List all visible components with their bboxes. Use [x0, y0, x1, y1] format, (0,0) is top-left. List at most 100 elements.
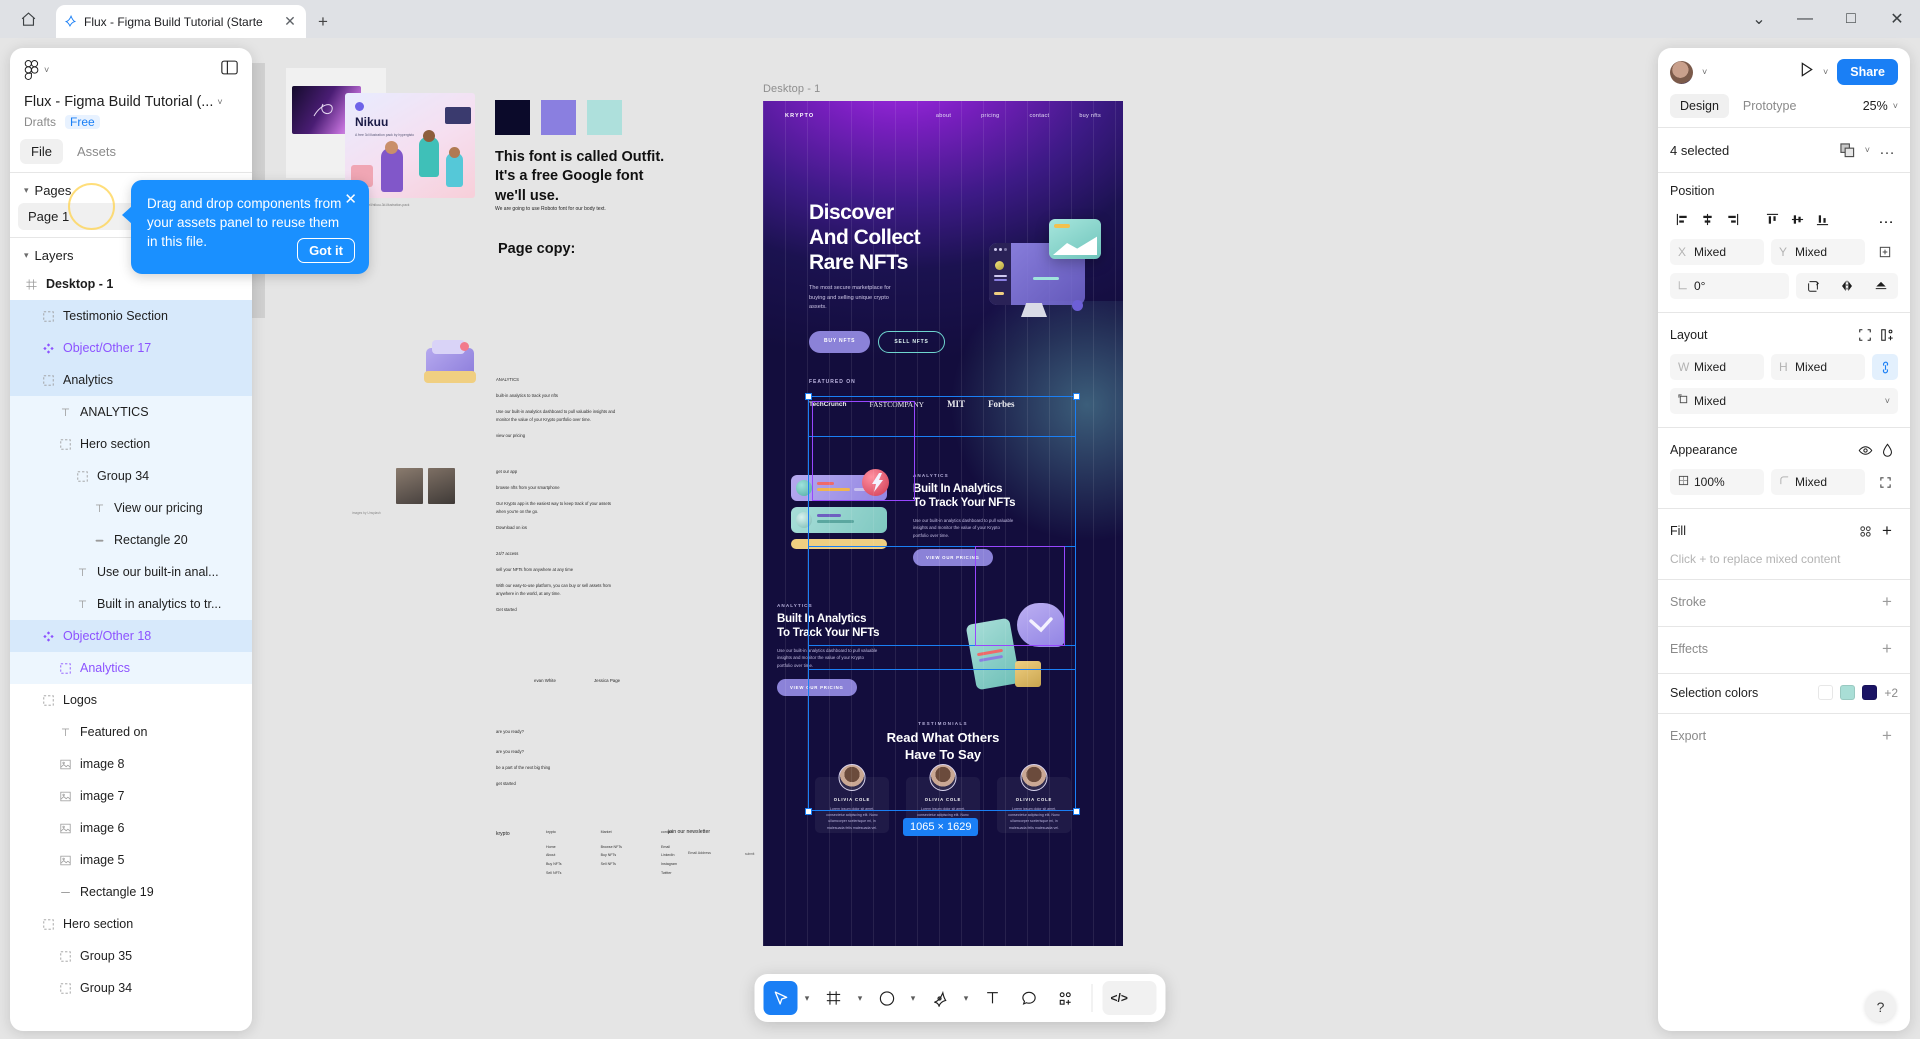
- layer-row[interactable]: Group 34: [10, 460, 252, 492]
- layer-row[interactable]: Group 34: [10, 972, 252, 1004]
- layer-row[interactable]: Logos: [10, 684, 252, 716]
- layer-row[interactable]: image 8: [10, 748, 252, 780]
- got-it-button[interactable]: Got it: [297, 238, 355, 263]
- y-field[interactable]: Y Mixed: [1771, 239, 1865, 265]
- component-copy-icon[interactable]: [1837, 139, 1859, 161]
- add-stroke-button[interactable]: +: [1876, 591, 1898, 613]
- move-tool[interactable]: [763, 981, 798, 1015]
- layer-row[interactable]: Rectangle 20: [10, 524, 252, 556]
- comment-tool[interactable]: [1012, 981, 1046, 1015]
- avatar[interactable]: [1670, 60, 1693, 84]
- flip-corner-icon[interactable]: [1796, 273, 1830, 299]
- canvas-3d-box[interactable]: [424, 338, 479, 386]
- chevron-down-icon[interactable]: ˅: [1893, 101, 1898, 111]
- add-auto-layout-icon[interactable]: [1876, 324, 1898, 346]
- pen-tool[interactable]: [923, 981, 957, 1015]
- more-options-icon[interactable]: …: [1876, 139, 1898, 161]
- opacity-field[interactable]: 100%: [1670, 469, 1764, 495]
- tab-file[interactable]: File: [20, 139, 63, 164]
- add-export-button[interactable]: +: [1876, 725, 1898, 747]
- mockup-sell-nfts-button[interactable]: SELL NFTS: [878, 330, 945, 353]
- pen-tool-caret-icon[interactable]: ▾: [959, 993, 974, 1004]
- chevron-down-icon[interactable]: ˅: [1885, 396, 1890, 406]
- close-icon[interactable]: ✕: [282, 13, 298, 30]
- align-bottom-icon[interactable]: [1810, 207, 1834, 231]
- shape-tool[interactable]: [870, 981, 904, 1015]
- flip-horizontal-icon[interactable]: [1830, 273, 1864, 299]
- align-center-horizontal-icon[interactable]: [1695, 207, 1719, 231]
- color-swatch-navy[interactable]: [1862, 685, 1878, 700]
- nav-link-contact[interactable]: contact: [1029, 113, 1049, 119]
- width-field[interactable]: W Mixed: [1670, 354, 1764, 380]
- zoom-control[interactable]: 25% ˅: [1863, 99, 1898, 113]
- layer-row[interactable]: Use our built-in anal...: [10, 556, 252, 588]
- share-button[interactable]: Share: [1837, 59, 1898, 85]
- frame-tool-caret-icon[interactable]: ▾: [853, 993, 868, 1004]
- add-effect-button[interactable]: +: [1876, 638, 1898, 660]
- close-icon[interactable]: ✕: [344, 192, 357, 207]
- mockup-buy-nfts-button[interactable]: BUY NFTS: [809, 330, 871, 353]
- nav-link-pricing[interactable]: pricing: [981, 113, 999, 119]
- actions-tool[interactable]: [1048, 981, 1082, 1015]
- bottom-toolbar[interactable]: ▾ ▾ ▾ ▾ </>: [754, 974, 1166, 1022]
- layer-row[interactable]: image 7: [10, 780, 252, 812]
- text-tool[interactable]: [976, 981, 1010, 1015]
- blend-mode-icon[interactable]: [1876, 439, 1898, 461]
- align-middle-vertical-icon[interactable]: [1785, 207, 1809, 231]
- new-tab-button[interactable]: +: [306, 5, 340, 38]
- rotation-field[interactable]: 0°: [1670, 273, 1789, 299]
- chevron-down-icon[interactable]: ˅: [1865, 145, 1870, 155]
- tab-prototype[interactable]: Prototype: [1733, 94, 1807, 118]
- layer-row[interactable]: Testimonio Section: [10, 300, 252, 332]
- chevron-down-icon[interactable]: ˅: [1702, 67, 1707, 77]
- height-field[interactable]: H Mixed: [1771, 354, 1865, 380]
- layer-row[interactable]: Hero section: [10, 908, 252, 940]
- canvas-portrait-group[interactable]: [396, 468, 455, 504]
- tab-assets[interactable]: Assets: [66, 139, 127, 164]
- figma-menu-icon[interactable]: ˅: [24, 60, 49, 80]
- move-tool-caret-icon[interactable]: ▾: [800, 993, 815, 1004]
- flip-vertical-icon[interactable]: [1864, 273, 1898, 299]
- left-panel-tabs[interactable]: File Assets: [10, 129, 252, 172]
- minimize-icon[interactable]: —: [1782, 0, 1828, 38]
- x-field[interactable]: X Mixed: [1670, 239, 1764, 265]
- lock-aspect-ratio-icon[interactable]: [1872, 354, 1898, 380]
- resize-to-fit-icon[interactable]: [1854, 324, 1876, 346]
- layer-row[interactable]: Rectangle 19: [10, 876, 252, 908]
- corner-radius-field[interactable]: Mixed: [1771, 469, 1865, 495]
- file-title[interactable]: Flux - Figma Build Tutorial (...: [24, 94, 213, 110]
- chevron-down-icon[interactable]: ⌄: [1736, 0, 1782, 38]
- align-right-icon[interactable]: [1720, 207, 1744, 231]
- align-more-icon[interactable]: …: [1874, 207, 1898, 231]
- fill-styles-icon[interactable]: [1854, 520, 1876, 542]
- constraints-field[interactable]: Mixed ˅: [1670, 388, 1898, 414]
- eye-icon[interactable]: [1854, 439, 1876, 461]
- home-icon[interactable]: [0, 0, 56, 38]
- tab-design[interactable]: Design: [1670, 94, 1729, 118]
- individual-corners-icon[interactable]: [1872, 469, 1898, 495]
- selection-handle-br[interactable]: [1073, 808, 1080, 815]
- frame-label[interactable]: Desktop - 1: [763, 83, 820, 95]
- help-button[interactable]: ?: [1865, 991, 1896, 1022]
- nav-link-buy-nfts[interactable]: buy nfts: [1079, 113, 1101, 119]
- layer-row[interactable]: image 6: [10, 812, 252, 844]
- absolute-position-icon[interactable]: [1872, 239, 1898, 265]
- selection-handle-tr[interactable]: [1073, 393, 1080, 400]
- selection-handle-tl[interactable]: [805, 393, 812, 400]
- chevron-down-icon[interactable]: ˅: [217, 97, 222, 107]
- transform-buttons[interactable]: [1795, 273, 1898, 299]
- close-window-icon[interactable]: ✕: [1874, 0, 1920, 38]
- shape-tool-caret-icon[interactable]: ▾: [906, 993, 921, 1004]
- layer-row[interactable]: Group 35: [10, 940, 252, 972]
- plan-badge[interactable]: Free: [65, 115, 100, 129]
- layer-row[interactable]: image 5: [10, 844, 252, 876]
- align-top-icon[interactable]: [1760, 207, 1784, 231]
- selection-color-swatches[interactable]: +2: [1818, 685, 1898, 700]
- layer-row[interactable]: Object/Other 17: [10, 332, 252, 364]
- color-swatch-mint[interactable]: [1840, 685, 1856, 700]
- mockup-nav-links[interactable]: about pricing contact buy nfts: [936, 113, 1101, 119]
- chevron-down-icon[interactable]: ˅: [1823, 67, 1828, 77]
- layer-row[interactable]: Analytics: [10, 652, 252, 684]
- layer-row[interactable]: Hero section: [10, 428, 252, 460]
- maximize-icon[interactable]: □: [1828, 0, 1874, 38]
